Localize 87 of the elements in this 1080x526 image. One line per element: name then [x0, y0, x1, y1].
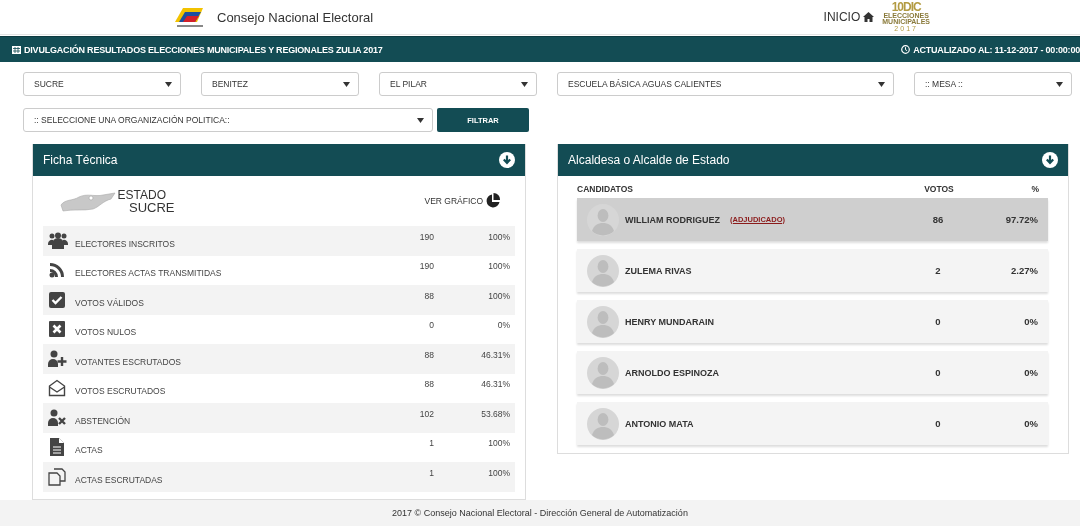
checkbox-icon	[48, 290, 68, 309]
statistic-percent: 53.68%	[480, 408, 512, 419]
statistic-count: 0	[428, 320, 435, 331]
statistic-label: ELECTORES INSCRITOS	[75, 238, 175, 249]
vote-percent: 0%	[1023, 316, 1038, 327]
users-icon	[48, 231, 68, 250]
vote-percent: 97.72%	[1004, 214, 1038, 225]
caret-icon	[417, 117, 424, 123]
caret-icon	[165, 81, 172, 87]
statistic-percent: 100%	[487, 438, 512, 449]
caret-icon	[878, 81, 885, 87]
candidate-name: HENRY MUNDARAIN	[625, 316, 715, 327]
state-label: SUCRE	[129, 200, 175, 214]
vote-count: 0	[934, 418, 942, 429]
statistic-percent: 0%	[496, 320, 512, 331]
panel-title: Ficha Técnica	[43, 153, 118, 167]
statistic-label: ABSTENCIÓN	[75, 415, 131, 426]
organization-name: Consejo Nacional Electoral	[217, 9, 374, 25]
clock-icon	[901, 45, 911, 54]
statistic-label: VOTOS ESCRUTADOS	[75, 386, 166, 397]
person-silhouette-icon	[587, 305, 620, 338]
vote-percent: 0%	[1023, 367, 1038, 378]
statistic-count: 88	[423, 290, 435, 301]
vote-percent: 2.27%	[1010, 265, 1038, 276]
person-silhouette-icon	[587, 356, 620, 389]
copies-icon	[48, 467, 68, 486]
candidate-name: ANTONIO MATA	[625, 418, 694, 429]
statistic-percent: 46.31%	[480, 349, 512, 360]
cross-icon	[48, 320, 68, 339]
person-silhouette-icon	[587, 407, 620, 440]
candidate-name: ZULEMA RIVAS	[625, 265, 692, 276]
statistic-count: 102	[418, 408, 435, 419]
column-header: CANDIDATOS	[577, 184, 634, 196]
statistic-count: 88	[423, 349, 435, 360]
statistic-label: VOTANTES ESCRUTADOS	[75, 356, 181, 367]
statistic-label: ELECTORES ACTAS TRANSMITIDAS	[75, 268, 222, 279]
user-plus-icon	[48, 349, 68, 368]
state-map-drawing	[59, 189, 117, 213]
candidate-name: ARNOLDO ESPINOZA	[625, 367, 720, 378]
statistic-count: 1	[428, 438, 435, 449]
person-silhouette-icon	[587, 254, 620, 287]
caret-icon	[521, 81, 528, 87]
vote-count: 2	[934, 265, 942, 276]
download-icon	[499, 152, 516, 168]
home-icon	[863, 12, 875, 22]
user-cross-icon	[48, 408, 68, 427]
dropdown[interactable]: ESCUELA BÁSICA AGUAS CALIENTES	[557, 72, 894, 96]
dropdown[interactable]: :: MESA ::	[914, 72, 1072, 96]
statistic-label: VOTOS VÁLIDOS	[75, 297, 144, 308]
statistic-label: ACTAS	[75, 445, 103, 456]
logo-text: 10DIC	[891, 2, 921, 13]
table-icon	[12, 45, 21, 54]
vote-percent: 0%	[1023, 418, 1038, 429]
caret-icon	[343, 81, 350, 87]
home-link[interactable]: INICIO	[823, 10, 875, 24]
download-icon	[1042, 152, 1058, 168]
pie-chart-icon	[485, 193, 502, 209]
statistic-count: 1	[428, 467, 435, 478]
dropdown[interactable]: :: SELECCIONE UNA ORGANIZACIÓN POLITICA::	[23, 108, 433, 132]
column-header: VOTOS	[923, 184, 955, 196]
updated-time: ACTUALIZADO AL: 11-12-2017 - 00:00:00	[913, 44, 1080, 55]
column-header: %	[1030, 184, 1040, 196]
vote-count: 0	[934, 316, 942, 327]
statistic-label: VOTOS NULOS	[75, 327, 137, 338]
page-title: DIVULGACIÓN RESULTADOS ELECCIONES MUNICIPALES Y REGIONALES ZULIA 2017	[24, 44, 383, 55]
vote-count: 86	[931, 214, 945, 225]
footer-text: 2017 © Consejo Nacional Electoral - Dirección General de Automatización	[0, 500, 1080, 526]
statistic-count: 190	[418, 261, 435, 272]
caret-icon	[1056, 81, 1063, 87]
statistic-percent: 46.31%	[480, 379, 512, 390]
panel-title: Alcaldesa o Alcalde de Estado	[568, 153, 730, 167]
envelope-icon	[48, 379, 68, 398]
statistic-percent: 100%	[487, 231, 512, 242]
statistic-percent: 100%	[487, 261, 512, 272]
candidate-name: WILLIAM RODRIGUEZ	[625, 214, 721, 225]
state-label: ESTADO	[117, 188, 166, 201]
statistic-label: ACTAS ESCRUTADAS	[75, 474, 163, 485]
vote-count: 0	[934, 367, 942, 378]
dropdown[interactable]: EL PILAR	[379, 72, 537, 96]
statistic-percent: 100%	[487, 290, 512, 301]
person-silhouette-icon	[587, 203, 620, 236]
statistic-count: 190	[418, 231, 435, 242]
dropdown[interactable]: BENITEZ	[201, 72, 359, 96]
chart-link[interactable]: VER GRÁFICO	[424, 193, 502, 209]
dropdown[interactable]: SUCRE	[23, 72, 181, 96]
statistic-count: 88	[423, 379, 435, 390]
statistic-percent: 100%	[487, 467, 512, 478]
